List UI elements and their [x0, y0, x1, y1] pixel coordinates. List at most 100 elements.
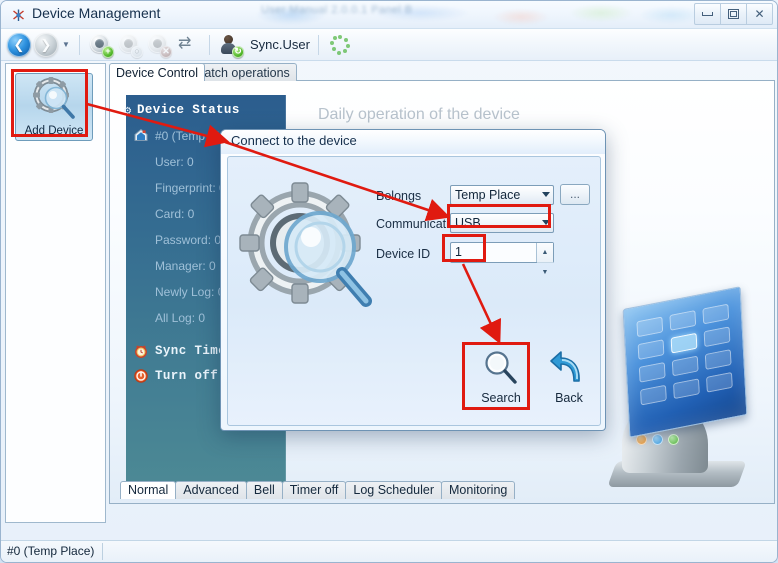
- magnifier-icon: [481, 351, 521, 390]
- search-device-tool-button[interactable]: ○: [117, 32, 143, 58]
- nav-forward-button[interactable]: ❯: [34, 32, 58, 57]
- titlebar-background-text: User Manual 2.0.0.1 Panel B: [261, 4, 413, 16]
- subtab-bell[interactable]: Bell: [245, 481, 283, 499]
- subtab-timer-off[interactable]: Timer off: [281, 481, 347, 499]
- device-id-stepper[interactable]: ▲ ▼: [536, 243, 553, 276]
- toolbar-separator-3: [317, 34, 319, 55]
- device-id-label: Device ID: [376, 247, 431, 261]
- stat-manager: Manager: 0: [155, 259, 216, 273]
- chevron-down-icon: [542, 220, 550, 225]
- key: [704, 349, 732, 370]
- search-button[interactable]: Search: [468, 349, 534, 405]
- device-id-value: 1: [455, 245, 462, 259]
- belongs-value: Temp Place: [455, 188, 521, 202]
- communication-combobox[interactable]: USB: [450, 213, 554, 233]
- dialog-title: Connect to the device: [231, 133, 357, 148]
- terminal-leds: [636, 434, 679, 445]
- close-icon: ✕: [754, 7, 765, 21]
- subtab-monitoring[interactable]: Monitoring: [441, 481, 516, 499]
- window-frame: User Manual 2.0.0.1 Panel B Device Manag…: [0, 0, 778, 563]
- stat-fingerprint: Fingerprint: 0: [155, 181, 226, 195]
- key-lit: [670, 332, 698, 354]
- key: [669, 309, 697, 331]
- magnifier-badge-icon: ○: [131, 45, 143, 58]
- key: [638, 361, 666, 383]
- belongs-browse-button[interactable]: ...: [560, 184, 590, 205]
- subtab-log-scheduler[interactable]: Log Scheduler: [345, 481, 442, 499]
- fingerprint-terminal-illustration: [600, 286, 774, 489]
- add-device-tool-button[interactable]: +: [88, 32, 114, 58]
- status-bar: #0 (Temp Place): [1, 540, 777, 562]
- led-blue: [652, 434, 663, 445]
- power-icon: [134, 369, 148, 383]
- tab-device-control[interactable]: Device Control: [109, 63, 205, 81]
- key: [703, 326, 731, 348]
- search-button-label: Search: [481, 391, 521, 405]
- chevron-down-icon[interactable]: ▼: [537, 263, 553, 282]
- belongs-label: Belongs: [376, 189, 422, 203]
- dialog-body: Belongs Temp Place ... Communication USB…: [227, 156, 601, 426]
- chevron-up-icon[interactable]: ▲: [537, 243, 553, 263]
- close-button[interactable]: ✕: [747, 3, 773, 25]
- chevron-down-icon: ▼: [62, 40, 70, 49]
- sync-arrows-icon: ⇄: [178, 34, 192, 52]
- toolbar-separator: [79, 34, 80, 55]
- stat-newly-log: Newly Log: 0: [155, 285, 225, 299]
- tab-batch-operations[interactable]: Batch operations: [189, 63, 297, 81]
- content-heading: Daily operation of the device: [318, 106, 520, 123]
- subtab-normal[interactable]: Normal: [120, 481, 177, 499]
- device-list-pane: Add Device: [5, 63, 106, 523]
- add-device-button[interactable]: Add Device: [15, 73, 93, 141]
- back-curved-arrow-icon: [549, 351, 589, 390]
- belongs-combobox[interactable]: Temp Place: [450, 185, 554, 205]
- key: [637, 339, 665, 361]
- back-button[interactable]: Back: [536, 349, 602, 405]
- key: [702, 303, 730, 325]
- subtab-advanced[interactable]: Advanced: [175, 481, 247, 499]
- main-toolbar: ❮ ❯ ▼ + ○ ✕ ⇄ ↻ Sync.User: [1, 29, 777, 61]
- chevron-down-icon: [542, 192, 550, 197]
- keypad-keys: [636, 303, 733, 406]
- gear-icon: ⚙: [124, 104, 132, 118]
- add-device-label: Add Device: [24, 125, 84, 137]
- stat-user: User: 0: [155, 155, 194, 169]
- cross-badge-icon: ✕: [160, 45, 172, 58]
- turn-off-action[interactable]: Turn off: [155, 369, 218, 383]
- key: [705, 371, 733, 393]
- stat-card: Card: 0: [155, 207, 195, 221]
- gear-magnifier-illustration: [238, 181, 378, 321]
- refresh-tool-button[interactable]: ⇄: [175, 32, 201, 58]
- sync-user-icon-wrap[interactable]: ↻: [218, 32, 244, 58]
- home-device-icon: [134, 128, 148, 142]
- key: [671, 355, 699, 377]
- plus-badge-icon: +: [102, 45, 114, 58]
- sync-time-action[interactable]: Sync Time: [155, 344, 226, 358]
- delete-device-tool-button[interactable]: ✕: [146, 32, 172, 58]
- sync-user-button[interactable]: Sync.User: [250, 37, 310, 52]
- loading-spinner-icon: [329, 34, 351, 56]
- led-green: [668, 434, 679, 445]
- device-id-spinner[interactable]: 1 ▲ ▼: [450, 242, 554, 276]
- minimize-button[interactable]: [694, 3, 721, 25]
- dialog-title-bar: Connect to the device: [221, 130, 605, 154]
- alarm-clock-icon: [134, 344, 148, 358]
- nav-back-button[interactable]: ❮: [7, 32, 31, 57]
- back-button-label: Back: [555, 391, 583, 405]
- communication-value: USB: [455, 216, 481, 230]
- back-arrow-icon: ❮: [13, 36, 25, 52]
- page-title: Device Management: [32, 5, 161, 21]
- forward-arrow-icon: ❯: [40, 36, 52, 52]
- window-controls: ✕: [694, 3, 773, 25]
- nav-history-dropdown[interactable]: ▼: [61, 33, 71, 57]
- title-bar: User Manual 2.0.0.1 Panel B Device Manag…: [1, 1, 777, 29]
- minimize-icon: [702, 12, 713, 16]
- status-device-cell: #0 (Temp Place): [7, 543, 104, 560]
- maximize-button[interactable]: [721, 3, 747, 25]
- application-window: User Manual 2.0.0.1 Panel B Device Manag…: [0, 0, 778, 563]
- stat-all-log: All Log: 0: [155, 311, 206, 325]
- device-status-title-label: Device Status: [137, 103, 240, 117]
- stat-password: Password: 0: [155, 233, 222, 247]
- maximize-icon: [728, 9, 739, 19]
- toolbar-separator-2: [209, 34, 210, 55]
- device-status-title: ⚙ Device Status: [124, 103, 240, 118]
